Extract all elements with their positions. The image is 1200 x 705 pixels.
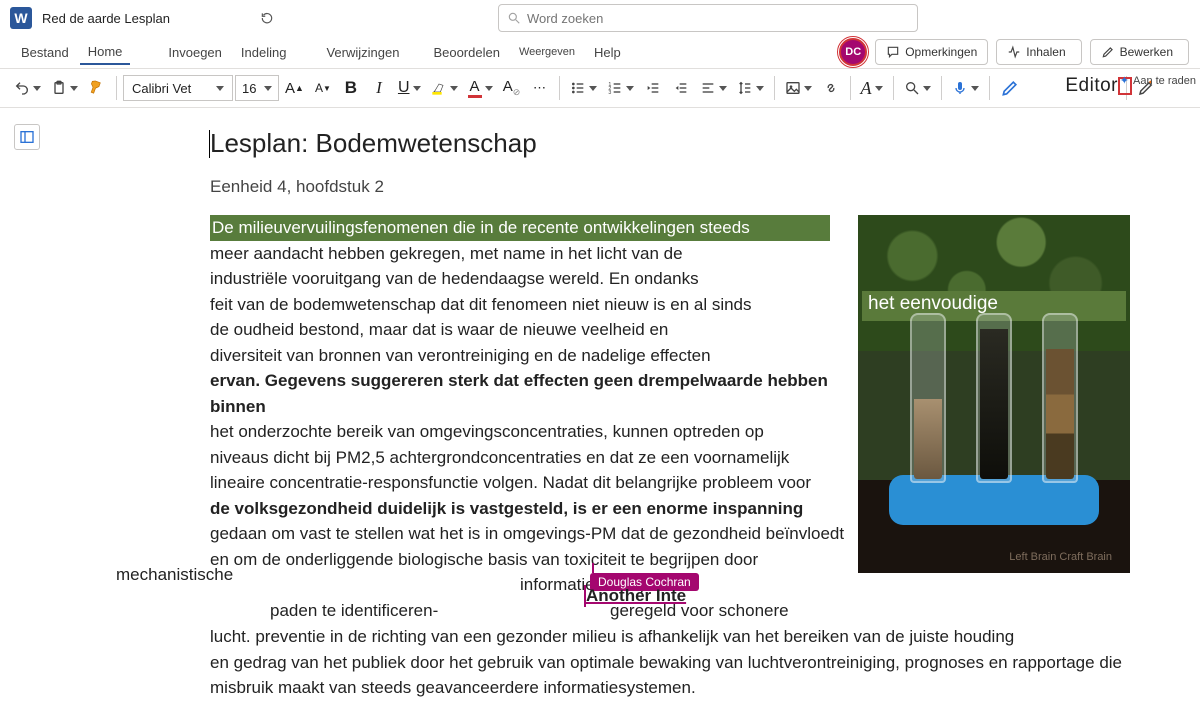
find-button[interactable] — [900, 74, 935, 102]
tab-layout[interactable]: Indeling — [233, 41, 295, 64]
search-box[interactable] — [498, 4, 918, 32]
more-font-button[interactable]: ⋯ — [527, 74, 553, 102]
bullets-button[interactable] — [566, 74, 601, 102]
sidebar-icon — [19, 129, 35, 145]
pencil-icon — [1101, 45, 1115, 59]
autosave-indicator[interactable] — [260, 11, 278, 25]
subheading[interactable]: Eenheid 4, hoofdstuk 2 — [210, 177, 1150, 197]
styles-button[interactable]: A — [857, 74, 887, 102]
format-painter-button[interactable] — [84, 74, 110, 102]
link-button[interactable] — [818, 74, 844, 102]
search-icon — [507, 11, 521, 25]
navigation-pane-button[interactable] — [14, 124, 40, 150]
title-bar: W Red de aarde Lesplan — [0, 0, 1200, 36]
highlighted-line[interactable]: De milieuvervuilingsfenomenen die in de … — [210, 215, 830, 241]
tab-insert[interactable]: Invoegen — [160, 41, 230, 64]
paste-button[interactable] — [47, 74, 82, 102]
inline-image[interactable]: het eenvoudige Left Brain Craft Brain — [858, 215, 1130, 573]
tab-home[interactable]: Home — [80, 40, 131, 65]
search-input[interactable] — [527, 11, 909, 26]
document-area[interactable]: Lesplan: Bodemwetenschap Eenheid 4, hoof… — [0, 108, 1200, 705]
tab-review[interactable]: Beoordelen — [425, 41, 508, 64]
font-size-selector[interactable]: 16 — [235, 75, 279, 101]
refresh-icon — [260, 11, 274, 25]
word-app-icon: W — [10, 7, 32, 29]
insert-picture-button[interactable] — [781, 74, 816, 102]
editing-mode-button[interactable]: Bewerken — [1090, 39, 1189, 65]
font-name-selector[interactable]: Calibri Vet — [123, 75, 233, 101]
activity-icon — [1007, 45, 1021, 59]
editor-button[interactable] — [996, 74, 1024, 102]
catchup-button[interactable]: Inhalen — [996, 39, 1081, 65]
page-content[interactable]: Lesplan: Bodemwetenschap Eenheid 4, hoof… — [210, 128, 1150, 701]
dictate-button[interactable] — [948, 74, 983, 102]
undo-button[interactable] — [10, 74, 45, 102]
tab-references[interactable]: Verwijzingen — [318, 41, 407, 64]
heading-1[interactable]: Lesplan: Bodemwetenschap — [210, 128, 1150, 159]
increase-indent-button[interactable] — [668, 74, 694, 102]
designer-suggestions[interactable]: ✦Aan te raden — [1120, 74, 1196, 87]
tab-help[interactable]: Help — [586, 41, 629, 64]
collaborator-inline-cursor: Another Inte — [584, 585, 686, 607]
underline-button[interactable]: U — [394, 74, 425, 102]
increase-font-button[interactable]: A▲ — [281, 74, 308, 102]
decrease-indent-button[interactable] — [640, 74, 666, 102]
decrease-font-button[interactable]: A▼ — [310, 74, 336, 102]
svg-text:3: 3 — [608, 90, 611, 96]
tab-view[interactable]: Weergeven — [511, 42, 583, 62]
collaborator-avatar[interactable]: DC — [839, 38, 867, 66]
align-button[interactable] — [696, 74, 731, 102]
document-title[interactable]: Red de aarde Lesplan — [42, 11, 170, 26]
ribbon-toolbar: Calibri Vet 16 A▲ A▼ B I U A A⊘ ⋯ 123 A … — [0, 68, 1200, 108]
comments-button[interactable]: Opmerkingen — [875, 39, 988, 65]
text-cursor — [209, 130, 210, 158]
italic-button[interactable]: I — [366, 74, 392, 102]
tab-file[interactable]: Bestand — [13, 41, 77, 64]
menu-bar: Bestand Home Invoegen Indeling Verwijzin… — [0, 36, 1200, 68]
highlight-button[interactable] — [427, 74, 462, 102]
clear-formatting-button[interactable]: A⊘ — [499, 74, 525, 102]
comment-icon — [886, 45, 900, 59]
bold-button[interactable]: B — [338, 74, 364, 102]
font-color-button[interactable]: A — [464, 74, 497, 102]
line-spacing-button[interactable] — [733, 74, 768, 102]
image-watermark: Left Brain Craft Brain — [1009, 551, 1112, 563]
numbering-button[interactable]: 123 — [603, 74, 638, 102]
